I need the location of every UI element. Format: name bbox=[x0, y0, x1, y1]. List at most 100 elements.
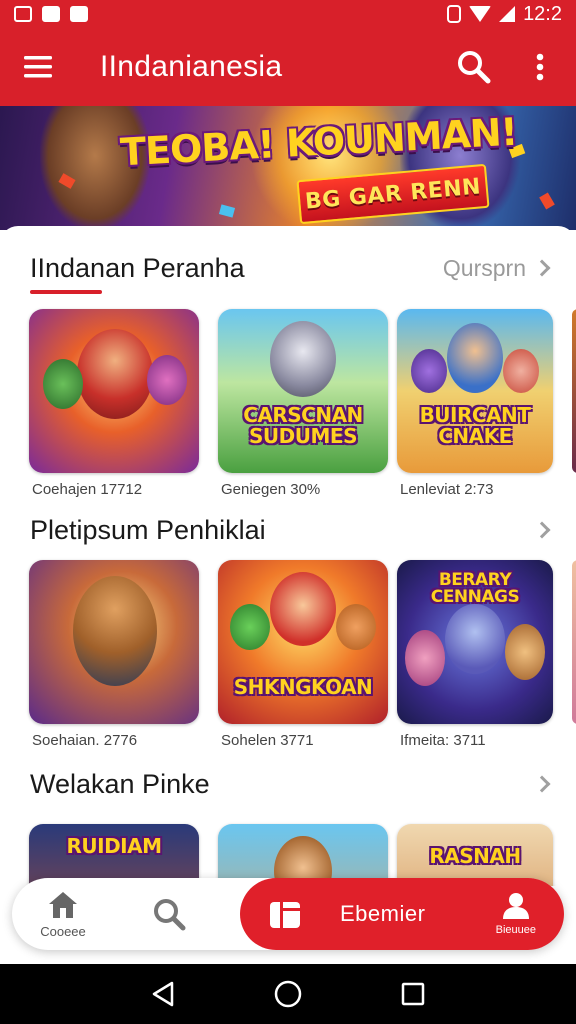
game-card[interactable]: RUIDIAM bbox=[29, 824, 199, 886]
system-home-button[interactable] bbox=[268, 974, 308, 1014]
system-indicators: 12:2 bbox=[447, 3, 562, 26]
section-link-label: Qursprn bbox=[442, 254, 526, 281]
game-caption: Ifmeita: 3711 bbox=[400, 732, 486, 749]
game-card[interactable] bbox=[218, 824, 388, 886]
character-art bbox=[270, 321, 336, 397]
game-thumbnail bbox=[218, 824, 388, 886]
game-caption: Soehaian. 2776 bbox=[32, 732, 138, 749]
gallery-notification-icon bbox=[14, 6, 32, 22]
game-logo-text: CARSCNAN SUDUMES bbox=[243, 403, 363, 448]
menu-button[interactable] bbox=[12, 41, 64, 93]
confetti-piece bbox=[218, 204, 236, 218]
nav-home[interactable]: Cooeee bbox=[34, 878, 92, 950]
promo-banner[interactable]: TEOBA! KOUNMAN! BG GAR RENN bbox=[0, 106, 576, 230]
game-logo-text: RASNAH bbox=[429, 844, 521, 868]
signal-icon bbox=[499, 6, 516, 22]
section-title: Welakan Pinke bbox=[30, 768, 210, 799]
back-icon bbox=[152, 981, 173, 1007]
profile-icon bbox=[502, 893, 529, 919]
notification-icons bbox=[14, 6, 88, 22]
game-thumbnail: BERARY CENNAGS bbox=[397, 560, 553, 724]
character-art bbox=[411, 349, 447, 393]
character-art bbox=[43, 359, 83, 409]
game-card[interactable]: Coehajen 17712 bbox=[29, 309, 199, 498]
search-button[interactable] bbox=[448, 41, 500, 93]
search-icon bbox=[458, 51, 491, 84]
game-card[interactable]: BERARY CENNAGS Ifmeita: 3711 bbox=[397, 560, 553, 749]
character-art bbox=[77, 329, 153, 419]
system-recents-button[interactable] bbox=[393, 974, 433, 1014]
home-icon bbox=[49, 891, 77, 918]
game-thumbnail: CARSCNAN SUDUMES bbox=[218, 309, 388, 473]
game-card[interactable]: RASNAH bbox=[397, 824, 553, 886]
nav-library-active[interactable]: Ebemier Bieuuee bbox=[240, 878, 564, 950]
nav-active-label: Ebemier bbox=[340, 901, 426, 926]
section-see-all-link[interactable]: Qursprn bbox=[443, 255, 562, 282]
more-options-button[interactable] bbox=[514, 41, 566, 93]
character-art bbox=[505, 624, 545, 680]
status-time: 12:2 bbox=[523, 2, 562, 25]
character-art bbox=[336, 604, 376, 650]
chevron-right-icon bbox=[533, 521, 551, 539]
bottom-navigation: Cooeee Ebemier Bieuuee bbox=[12, 878, 564, 950]
app-notification-icon bbox=[42, 6, 60, 22]
chevron-right-icon bbox=[533, 775, 551, 793]
game-thumbnail: BUIRCANT CNAKE bbox=[397, 309, 553, 473]
chevron-right-icon bbox=[533, 259, 551, 277]
section-title: IIndanan Peranha bbox=[30, 252, 245, 283]
game-caption: Coehajen 17712 bbox=[32, 481, 143, 498]
game-caption: Geniegen 30% bbox=[221, 481, 321, 498]
status-bar: 12:2 bbox=[0, 0, 576, 28]
character-art bbox=[147, 355, 187, 405]
recents-icon bbox=[402, 982, 425, 1006]
more-vertical-icon bbox=[536, 53, 544, 81]
game-logo-text: SHKNGKOAN bbox=[233, 675, 373, 699]
section-header: IIndanan Peranha Qursprn bbox=[0, 246, 576, 290]
game-thumbnail: SHKNGKOAN bbox=[218, 560, 388, 724]
game-row: Coehajen 17712 CARSCNAN SUDUMES Geniegen… bbox=[0, 309, 576, 509]
library-icon bbox=[270, 902, 300, 928]
character-art bbox=[503, 349, 539, 393]
character-art bbox=[445, 604, 505, 674]
game-logo-text: BERARY CENNAGS bbox=[430, 570, 520, 607]
game-row: Soehaian. 2776 SHKNGKOAN Sohelen 3771 BE… bbox=[0, 560, 576, 760]
section-underline bbox=[30, 290, 102, 294]
game-caption: Lenleviat 2:73 bbox=[400, 481, 494, 498]
game-row: RUIDIAM RASNAH bbox=[0, 824, 576, 886]
next-card-peek bbox=[572, 309, 576, 473]
character-art bbox=[405, 630, 445, 686]
game-thumbnail: RASNAH bbox=[397, 824, 553, 886]
section-see-all-link[interactable] bbox=[533, 775, 562, 793]
character-art bbox=[447, 323, 503, 393]
character-art bbox=[230, 604, 270, 650]
game-card[interactable]: SHKNGKOAN Sohelen 3771 bbox=[218, 560, 388, 749]
system-navigation-bar bbox=[0, 964, 576, 1024]
section-title: Pletipsum Penhiklai bbox=[30, 514, 266, 545]
system-back-button[interactable] bbox=[143, 974, 183, 1014]
home-circle-icon bbox=[274, 980, 302, 1008]
game-card[interactable]: BUIRCANT CNAKE Lenleviat 2:73 bbox=[397, 309, 553, 498]
character-art bbox=[73, 576, 157, 686]
content-sheet: IIndanan Peranha Qursprn Coehajen 17712 … bbox=[0, 226, 576, 886]
game-card[interactable]: Soehaian. 2776 bbox=[29, 560, 199, 749]
nav-home-label: Cooeee bbox=[40, 923, 86, 939]
game-logo-text: RUIDIAM bbox=[66, 834, 162, 858]
game-card[interactable]: CARSCNAN SUDUMES Geniegen 30% bbox=[218, 309, 388, 498]
game-thumbnail: RUIDIAM bbox=[29, 824, 199, 886]
game-thumbnail bbox=[29, 309, 199, 473]
nav-profile-label: Bieuuee bbox=[495, 924, 536, 936]
nav-search[interactable] bbox=[140, 878, 198, 950]
game-caption: Sohelen 3771 bbox=[221, 732, 314, 749]
menu-icon bbox=[24, 56, 52, 78]
app-title: IIndanianesia bbox=[100, 50, 283, 83]
next-card-peek bbox=[572, 560, 576, 724]
search-icon bbox=[154, 899, 186, 931]
section-see-all-link[interactable] bbox=[533, 521, 562, 539]
shop-notification-icon bbox=[70, 6, 88, 22]
nav-profile[interactable]: Bieuuee bbox=[496, 892, 536, 936]
game-thumbnail bbox=[29, 560, 199, 724]
section-header: Pletipsum Penhiklai bbox=[0, 508, 576, 552]
section-header: Welakan Pinke bbox=[0, 762, 576, 806]
confetti-piece bbox=[539, 192, 555, 210]
game-logo-text: BUIRCANT CNAKE bbox=[419, 403, 531, 448]
